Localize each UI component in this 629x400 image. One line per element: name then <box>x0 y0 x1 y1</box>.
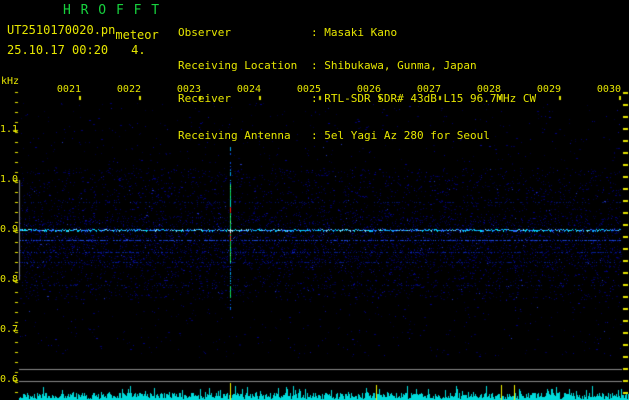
file-name: UT2510170020.pn <box>7 23 116 37</box>
freq-tick-label: 0.8 <box>0 274 19 285</box>
time-tick-label: 0027 <box>416 84 441 95</box>
freq-tick-label: 1.0 <box>0 174 19 185</box>
datetime-text: 25.10.17 00:20 <box>7 43 109 57</box>
info-label: Receiving Location <box>178 59 298 72</box>
info-row-location: Receiving Location: Shibukawa, Gunma, Ja… <box>178 59 477 72</box>
date-line: 25.10.17 00:20 4. <box>7 43 146 57</box>
freq-unit-label: kHz <box>1 76 20 87</box>
time-tick-label: 0029 <box>536 84 561 95</box>
info-value: Masaki Kano <box>324 26 398 39</box>
info-value: 5el Yagi Az 280 for Seoul <box>324 129 490 142</box>
time-tick-label: 0021 <box>56 84 81 95</box>
time-tick-label: 0022 <box>116 84 141 95</box>
time-tick-label: 0024 <box>236 84 261 95</box>
time-tick-label: 0023 <box>176 84 201 95</box>
time-tick-label: 0030 <box>596 84 621 95</box>
info-value: Shibukawa, Gunma, Japan <box>324 59 477 72</box>
info-row-observer: Observer: Masaki Kano <box>178 26 398 39</box>
info-label: Receiving Antenna <box>178 129 291 142</box>
freq-tick-label: 1.1 <box>0 124 19 135</box>
event-count: 4. <box>131 43 146 57</box>
info-label: Observer <box>178 26 231 39</box>
app-title: H R O F F T <box>63 3 161 18</box>
time-tick-label: 0025 <box>296 84 321 95</box>
file-name-line: UT2510170020.pnmeteor <box>7 23 159 42</box>
freq-tick-label: 0.6 <box>0 374 19 385</box>
hrofft-screen: H R O F F T UT2510170020.pnmeteor 25.10.… <box>0 0 629 400</box>
freq-tick-label: 0.7 <box>0 324 19 335</box>
freq-tick-label: 0.9 <box>0 224 19 235</box>
file-suffix: meteor <box>115 28 159 42</box>
time-tick-label: 0026 <box>356 84 381 95</box>
time-tick-label: 0028 <box>476 84 501 95</box>
info-row-antenna: Receiving Antenna: 5el Yagi Az 280 for S… <box>178 129 490 142</box>
